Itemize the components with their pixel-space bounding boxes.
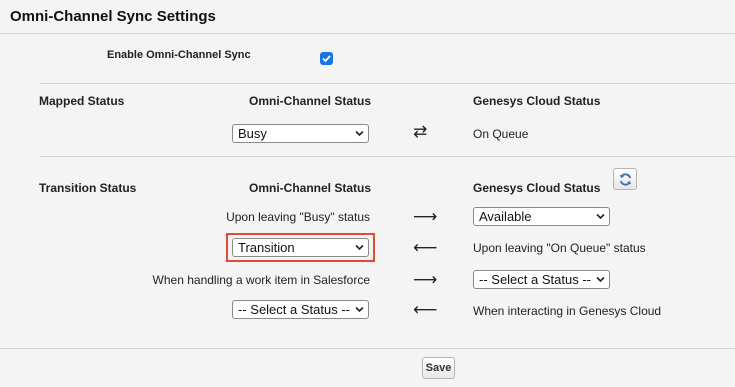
mapped-omni-status-select[interactable]: Busy bbox=[232, 124, 369, 143]
transition-row-4-text: When interacting in Genesys Cloud bbox=[473, 304, 662, 318]
chevron-down-icon bbox=[355, 130, 364, 137]
save-button[interactable]: Save bbox=[422, 357, 455, 379]
transition-omni-header: Omni-Channel Status bbox=[249, 181, 372, 195]
section-divider bbox=[40, 83, 735, 84]
enable-sync-label: Enable Omni-Channel Sync bbox=[107, 49, 251, 61]
transition-row-3-genesys-value: -- Select a Status -- bbox=[479, 272, 591, 287]
right-arrow-icon: ⟶ bbox=[413, 207, 438, 227]
chevron-down-icon bbox=[596, 213, 605, 220]
highlight-box bbox=[226, 233, 375, 262]
chevron-down-icon bbox=[355, 306, 364, 313]
footer-divider bbox=[0, 348, 735, 349]
enable-sync-checkbox[interactable] bbox=[320, 52, 333, 65]
mapped-omni-status-value: Busy bbox=[238, 126, 267, 141]
mapped-omni-header: Omni-Channel Status bbox=[249, 94, 372, 108]
transition-row-4-omni-value: -- Select a Status -- bbox=[238, 302, 350, 317]
mapped-genesys-status: On Queue bbox=[473, 127, 529, 141]
left-arrow-icon: ⟵ bbox=[413, 238, 438, 258]
right-arrow-icon: ⟶ bbox=[413, 270, 438, 290]
transition-row-4-omni-select[interactable]: -- Select a Status -- bbox=[232, 300, 369, 319]
transition-row-1-genesys-select[interactable]: Available bbox=[473, 207, 610, 226]
refresh-icon bbox=[619, 173, 632, 186]
transition-genesys-header: Genesys Cloud Status bbox=[473, 181, 601, 195]
transition-row-1-genesys-value: Available bbox=[479, 209, 532, 224]
checkmark-icon bbox=[322, 55, 331, 63]
left-arrow-icon: ⟵ bbox=[413, 300, 438, 320]
mapped-genesys-header: Genesys Cloud Status bbox=[473, 94, 601, 108]
transition-row-3-text: When handling a work item in Salesforce bbox=[152, 273, 370, 287]
refresh-button[interactable] bbox=[613, 168, 637, 190]
section-divider bbox=[40, 156, 735, 157]
mapped-status-label: Mapped Status bbox=[39, 94, 125, 108]
transition-row-2-text: Upon leaving "On Queue" status bbox=[473, 241, 646, 255]
page-title: Omni-Channel Sync Settings bbox=[10, 8, 216, 25]
bidirectional-arrow-icon: ⇄ bbox=[413, 122, 428, 142]
transition-status-label: Transition Status bbox=[39, 181, 137, 195]
transition-row-3-genesys-select[interactable]: -- Select a Status -- bbox=[473, 270, 610, 289]
chevron-down-icon bbox=[596, 276, 605, 283]
page-header: Omni-Channel Sync Settings bbox=[0, 0, 735, 34]
transition-row-1-text: Upon leaving "Busy" status bbox=[226, 210, 370, 224]
